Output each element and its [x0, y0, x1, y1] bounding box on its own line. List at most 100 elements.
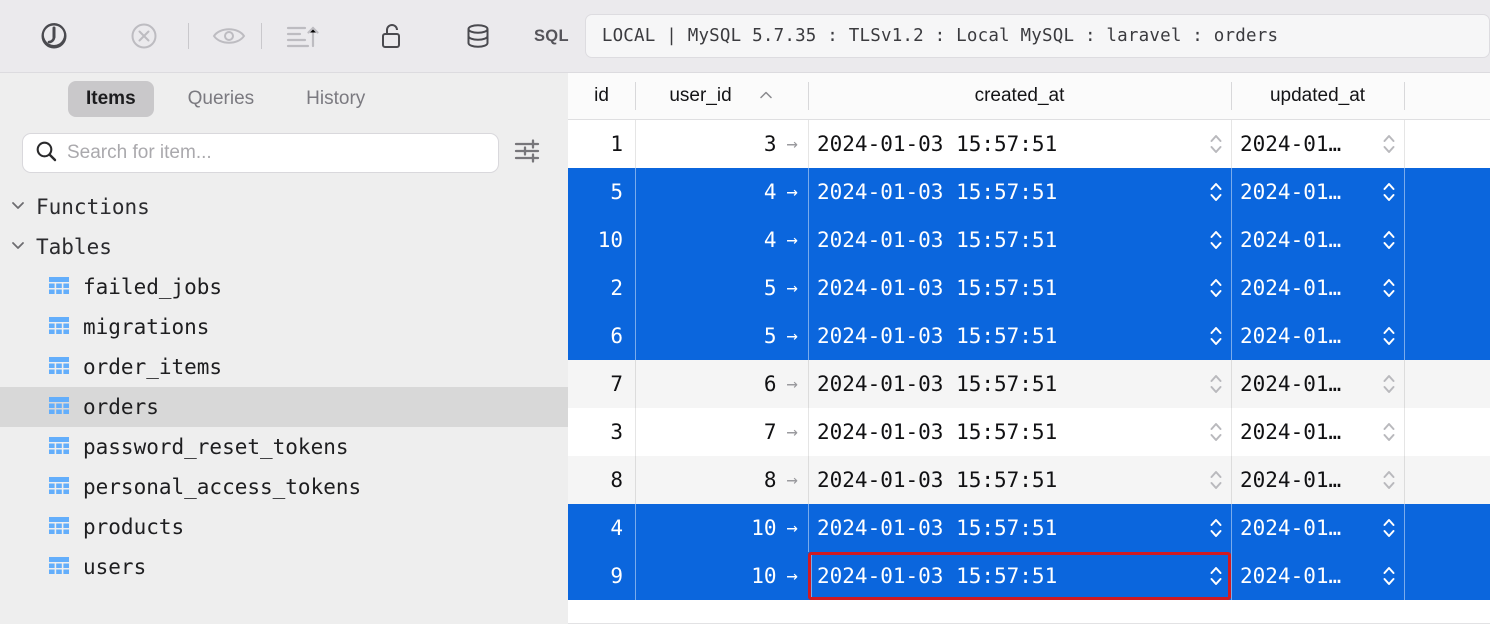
cell-user_id[interactable]: 10 → [635, 552, 808, 600]
eye-icon[interactable] [203, 13, 255, 59]
sort-ascending-icon[interactable] [276, 13, 328, 59]
foreign-key-arrow-icon[interactable]: → [787, 517, 798, 539]
datetime-stepper[interactable] [1381, 323, 1397, 349]
table-row[interactable]: 5 4 → 2024-01-03 15:57:51 2024-01… [568, 168, 1490, 216]
cell-user_id[interactable]: 8 → [635, 456, 808, 504]
cell-created_at[interactable]: 2024-01-03 15:57:51 [808, 312, 1231, 360]
search-input[interactable]: Search for item... [22, 133, 499, 173]
foreign-key-arrow-icon[interactable]: → [787, 133, 798, 155]
foreign-key-arrow-icon[interactable]: → [787, 181, 798, 203]
cell-updated_at[interactable]: 2024-01… [1231, 552, 1404, 600]
cell-updated_at[interactable]: 2024-01… [1231, 216, 1404, 264]
cell-updated_at[interactable]: 2024-01… [1231, 120, 1404, 168]
table-row[interactable]: 2 5 → 2024-01-03 15:57:51 2024-01… [568, 264, 1490, 312]
table-row[interactable]: 3 7 → 2024-01-03 15:57:51 2024-01… [568, 408, 1490, 456]
table-row[interactable]: 4 10 → 2024-01-03 15:57:51 2024-01… [568, 504, 1490, 552]
database-icon[interactable] [452, 13, 504, 59]
datetime-stepper[interactable] [1208, 323, 1224, 349]
cell-updated_at[interactable]: 2024-01… [1231, 312, 1404, 360]
cell-user_id[interactable]: 3 → [635, 120, 808, 168]
datetime-stepper[interactable] [1208, 131, 1224, 157]
cell-id[interactable]: 9 [568, 552, 635, 600]
connection-info-bar[interactable]: LOCAL | MySQL 5.7.35 : TLSv1.2 : Local M… [584, 14, 1490, 58]
table-row[interactable]: 8 8 → 2024-01-03 15:57:51 2024-01… [568, 456, 1490, 504]
cell-updated_at[interactable]: 2024-01… [1231, 264, 1404, 312]
cell-updated_at[interactable]: 2024-01… [1231, 168, 1404, 216]
cell-id[interactable]: 7 [568, 360, 635, 408]
cell-user_id[interactable]: 6 → [635, 360, 808, 408]
table-row[interactable]: 10 4 → 2024-01-03 15:57:51 2024-01… [568, 216, 1490, 264]
cell-id[interactable]: 10 [568, 216, 635, 264]
cell-id[interactable]: 8 [568, 456, 635, 504]
tree-item-migrations[interactable]: migrations [0, 307, 568, 347]
datetime-stepper[interactable] [1381, 419, 1397, 445]
foreign-key-arrow-icon[interactable]: → [787, 469, 798, 491]
cell-id[interactable]: 2 [568, 264, 635, 312]
cell-user_id[interactable]: 5 → [635, 312, 808, 360]
cell-user_id[interactable]: 10 → [635, 504, 808, 552]
cell-created_at[interactable]: 2024-01-03 15:57:51 [808, 552, 1231, 600]
cell-updated_at[interactable]: 2024-01… [1231, 456, 1404, 504]
cell-created_at[interactable]: 2024-01-03 15:57:51 [808, 120, 1231, 168]
foreign-key-arrow-icon[interactable]: → [787, 373, 798, 395]
cell-updated_at[interactable]: 2024-01… [1231, 504, 1404, 552]
cell-created_at[interactable]: 2024-01-03 15:57:51 [808, 408, 1231, 456]
datetime-stepper[interactable] [1208, 515, 1224, 541]
foreign-key-arrow-icon[interactable]: → [787, 421, 798, 443]
foreign-key-arrow-icon[interactable]: → [787, 325, 798, 347]
datetime-stepper[interactable] [1381, 227, 1397, 253]
foreign-key-arrow-icon[interactable]: → [787, 565, 798, 587]
tree-item-password_reset_tokens[interactable]: password_reset_tokens [0, 427, 568, 467]
cell-id[interactable]: 6 [568, 312, 635, 360]
tree-item-personal_access_tokens[interactable]: personal_access_tokens [0, 467, 568, 507]
datetime-stepper[interactable] [1381, 563, 1397, 589]
tab-queries[interactable]: Queries [170, 81, 273, 117]
tree-item-order_items[interactable]: order_items [0, 347, 568, 387]
column-header-id[interactable]: id [568, 73, 635, 119]
tree-group-functions[interactable]: Functions [0, 187, 568, 227]
datetime-stepper[interactable] [1208, 419, 1224, 445]
table-row[interactable]: 9 10 → 2024-01-03 15:57:51 2024-01… [568, 552, 1490, 600]
cell-updated_at[interactable]: 2024-01… [1231, 360, 1404, 408]
datetime-stepper[interactable] [1381, 467, 1397, 493]
cell-id[interactable]: 1 [568, 120, 635, 168]
connect-plug-icon[interactable] [28, 13, 80, 59]
cell-created_at[interactable]: 2024-01-03 15:57:51 [808, 360, 1231, 408]
cell-user_id[interactable]: 7 → [635, 408, 808, 456]
chevron-down-icon[interactable] [8, 195, 28, 220]
datetime-stepper[interactable] [1208, 227, 1224, 253]
cell-created_at[interactable]: 2024-01-03 15:57:51 [808, 168, 1231, 216]
foreign-key-arrow-icon[interactable]: → [787, 229, 798, 251]
datetime-stepper[interactable] [1208, 371, 1224, 397]
filter-settings-button[interactable] [499, 138, 555, 169]
table-row[interactable]: 6 5 → 2024-01-03 15:57:51 2024-01… [568, 312, 1490, 360]
column-header-user_id[interactable]: user_id [635, 73, 808, 119]
disconnect-close-icon[interactable] [118, 13, 170, 59]
cell-created_at[interactable]: 2024-01-03 15:57:51 [808, 216, 1231, 264]
sql-button[interactable]: SQL [534, 27, 569, 46]
cell-user_id[interactable]: 5 → [635, 264, 808, 312]
foreign-key-arrow-icon[interactable]: → [787, 277, 798, 299]
cell-created_at[interactable]: 2024-01-03 15:57:51 [808, 504, 1231, 552]
cell-id[interactable]: 5 [568, 168, 635, 216]
cell-created_at[interactable]: 2024-01-03 15:57:51 [808, 456, 1231, 504]
tree-item-users[interactable]: users [0, 547, 568, 587]
datetime-stepper[interactable] [1381, 275, 1397, 301]
cell-user_id[interactable]: 4 → [635, 168, 808, 216]
datetime-stepper[interactable] [1381, 131, 1397, 157]
unlock-icon[interactable] [366, 13, 418, 59]
table-row[interactable]: 7 6 → 2024-01-03 15:57:51 2024-01… [568, 360, 1490, 408]
datetime-stepper[interactable] [1381, 371, 1397, 397]
tree-item-orders[interactable]: orders [0, 387, 568, 427]
tree-item-failed_jobs[interactable]: failed_jobs [0, 267, 568, 307]
chevron-down-icon[interactable] [8, 235, 28, 260]
tab-history[interactable]: History [288, 81, 383, 117]
datetime-stepper[interactable] [1208, 179, 1224, 205]
cell-id[interactable]: 4 [568, 504, 635, 552]
tab-items[interactable]: Items [68, 81, 154, 117]
column-header-created_at[interactable]: created_at [808, 73, 1231, 119]
table-row[interactable]: 1 3 → 2024-01-03 15:57:51 2024-01… [568, 120, 1490, 168]
datetime-stepper[interactable] [1208, 467, 1224, 493]
datetime-stepper[interactable] [1208, 563, 1224, 589]
cell-updated_at[interactable]: 2024-01… [1231, 408, 1404, 456]
